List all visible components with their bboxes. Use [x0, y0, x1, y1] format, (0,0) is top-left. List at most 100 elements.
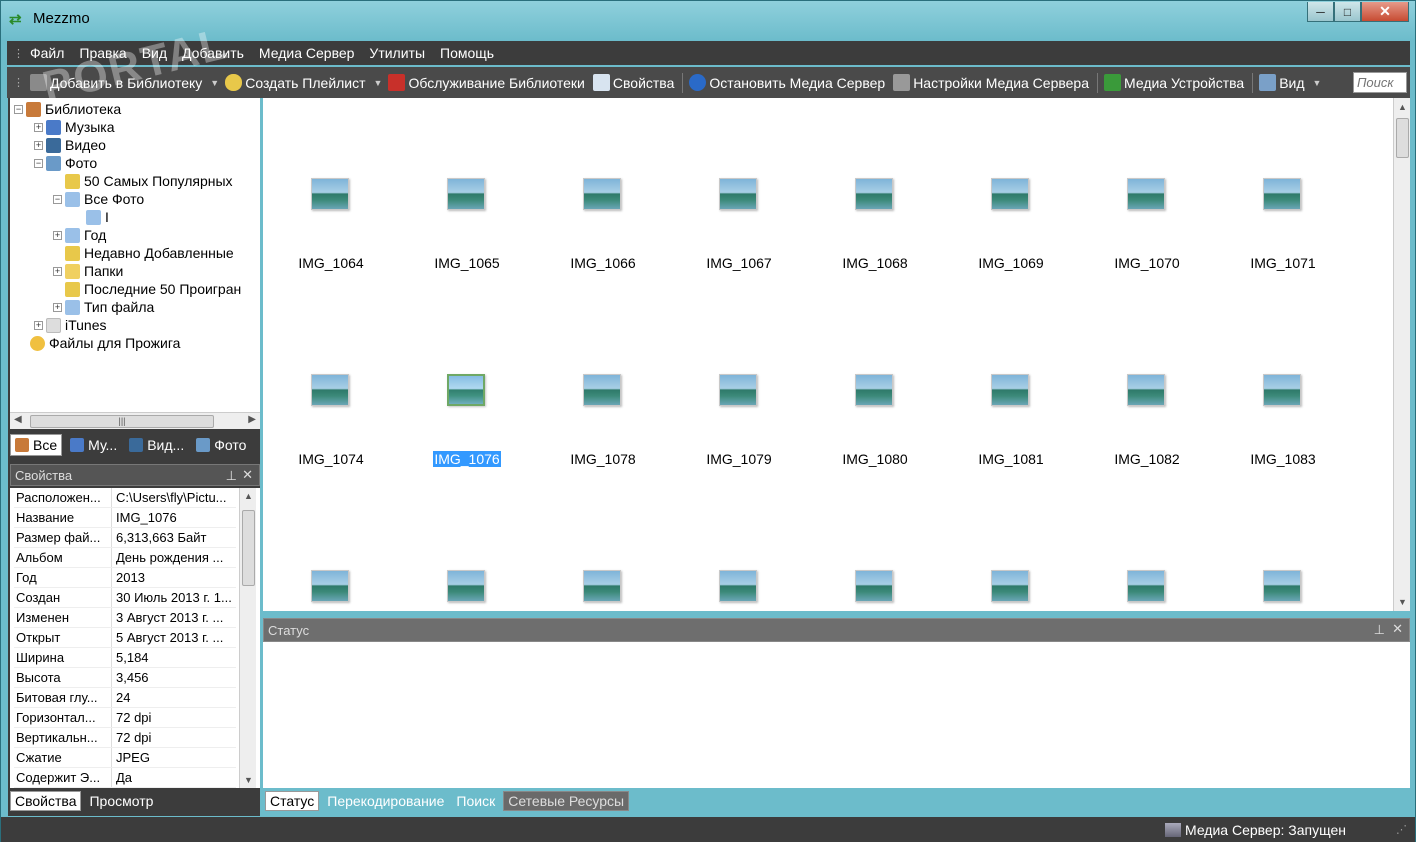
tab-network-resources[interactable]: Сетевые Ресурсы [503, 791, 630, 811]
photo-thumbnail[interactable] [1215, 508, 1351, 611]
collapse-icon[interactable]: − [34, 158, 43, 168]
expand-icon[interactable]: + [53, 302, 62, 312]
stop-server-button[interactable]: Остановить Медиа Сервер [689, 74, 885, 91]
collapse-icon[interactable]: − [14, 104, 23, 114]
photo-thumbnail[interactable]: IMG_1071 [1215, 116, 1351, 296]
photo-thumbnail[interactable]: IMG_1070 [1079, 116, 1215, 296]
pin-icon[interactable]: ⊥ [226, 468, 237, 484]
tree-item-year[interactable]: + Год [53, 226, 106, 244]
tree-item-i[interactable]: I [86, 208, 109, 226]
property-row[interactable]: Сжатие JPEG [14, 748, 236, 768]
photo-thumbnail[interactable] [1079, 508, 1215, 611]
tree-item-folders[interactable]: + Папки [53, 262, 123, 280]
photo-thumbnail[interactable] [535, 508, 671, 611]
property-row[interactable]: Содержит Э... Да [14, 768, 236, 788]
property-row[interactable]: Вертикальн... 72 dpi [14, 728, 236, 748]
photo-thumbnail[interactable] [943, 508, 1079, 611]
property-row[interactable]: Размер фай... 6,313,663 Байт [14, 528, 236, 548]
grid-vertical-scrollbar[interactable]: ▲ ▼ [1393, 98, 1410, 611]
photo-thumbnail[interactable]: IMG_1068 [807, 116, 943, 296]
tree-item-last-played[interactable]: Последние 50 Проигран [65, 280, 241, 298]
scroll-left-icon[interactable]: ◀ [14, 414, 22, 425]
menu-view[interactable]: Вид [142, 45, 167, 61]
tab-properties[interactable]: Свойства [10, 791, 82, 811]
menu-file[interactable]: Файл [30, 45, 64, 61]
scroll-right-icon[interactable]: ▶ [248, 414, 256, 425]
tab-transcoding[interactable]: Перекодирование [323, 792, 448, 810]
dropdown-arrow-icon[interactable]: ▼ [374, 78, 383, 88]
tree-item-all-photos[interactable]: − Все Фото [53, 190, 144, 208]
photo-thumbnail[interactable]: IMG_1066 [535, 116, 671, 296]
close-button[interactable]: ✕ [1361, 2, 1409, 22]
tab-preview[interactable]: Просмотр [85, 792, 157, 810]
property-row[interactable]: Высота 3,456 [14, 668, 236, 688]
tree-item-top50[interactable]: 50 Самых Популярных [65, 172, 233, 190]
property-row[interactable]: Битовая глу... 24 [14, 688, 236, 708]
photo-thumbnail[interactable] [399, 508, 535, 611]
create-playlist-button[interactable]: Создать Плейлист [225, 74, 366, 91]
scroll-thumb[interactable]: ||| [30, 415, 214, 428]
scroll-down-icon[interactable]: ▼ [244, 775, 253, 785]
scroll-up-icon[interactable]: ▲ [1398, 102, 1407, 112]
tree-item-music[interactable]: + Музыка [34, 118, 115, 136]
menu-edit[interactable]: Правка [79, 45, 126, 61]
property-row[interactable]: Создан 30 Июль 2013 г. 1... [14, 588, 236, 608]
photo-thumbnail[interactable] [671, 508, 807, 611]
tab-search[interactable]: Поиск [452, 792, 499, 810]
tab-status[interactable]: Статус [265, 791, 320, 811]
photo-thumbnail[interactable]: IMG_1076 [399, 312, 535, 492]
expand-icon[interactable]: + [53, 266, 62, 276]
dropdown-arrow-icon[interactable]: ▼ [210, 78, 219, 88]
minimize-button[interactable]: ─ [1307, 2, 1334, 22]
expand-icon[interactable]: + [34, 122, 43, 132]
menu-utilities[interactable]: Утилиты [369, 45, 425, 61]
tree-item-photo[interactable]: − Фото [34, 154, 97, 172]
expand-icon[interactable]: + [34, 140, 43, 150]
photo-thumbnail[interactable] [807, 508, 943, 611]
photo-thumbnail[interactable]: IMG_1065 [399, 116, 535, 296]
photo-thumbnail[interactable]: IMG_1081 [943, 312, 1079, 492]
expand-icon[interactable]: + [34, 320, 43, 330]
property-row[interactable]: Название IMG_1076 [14, 508, 236, 528]
library-maintenance-button[interactable]: Обслуживание Библиотеки [388, 74, 585, 91]
close-icon[interactable]: ✕ [242, 467, 253, 483]
photo-thumbnail[interactable]: IMG_1067 [671, 116, 807, 296]
menu-help[interactable]: Помощь [440, 45, 494, 61]
tab-all[interactable]: Все [10, 434, 63, 456]
close-icon[interactable]: ✕ [1392, 621, 1403, 637]
property-row[interactable]: Открыт 5 Август 2013 г. ... [14, 628, 236, 648]
properties-button[interactable]: Свойства [592, 74, 674, 91]
tree-item-library[interactable]: − Библиотека [14, 100, 121, 118]
tab-video[interactable]: Вид... [125, 435, 188, 455]
photo-thumbnail[interactable]: IMG_1082 [1079, 312, 1215, 492]
photo-thumbnail[interactable]: IMG_1080 [807, 312, 943, 492]
dropdown-arrow-icon[interactable]: ▼ [1313, 78, 1322, 88]
photo-thumbnail[interactable]: IMG_1064 [263, 116, 399, 296]
properties-scrollbar[interactable]: ▲ ▼ [239, 488, 256, 788]
view-button[interactable]: Вид [1259, 74, 1305, 91]
photo-thumbnail[interactable]: IMG_1074 [263, 312, 399, 492]
photo-thumbnail[interactable]: IMG_1079 [671, 312, 807, 492]
property-row[interactable]: Расположен... C:\Users\fly\Pictu... [14, 488, 236, 508]
resize-grip-icon[interactable]: ⋰ [1396, 823, 1407, 836]
photo-thumbnail[interactable]: IMG_1083 [1215, 312, 1351, 492]
photo-thumbnail[interactable] [263, 508, 399, 611]
pin-icon[interactable]: ⊥ [1374, 622, 1385, 638]
photo-thumbnail[interactable]: IMG_1078 [535, 312, 671, 492]
add-library-button[interactable]: Добавить в Библиотеку [30, 74, 202, 91]
search-input[interactable] [1353, 72, 1407, 93]
maximize-button[interactable]: □ [1334, 2, 1361, 22]
tree-item-burn-files[interactable]: Файлы для Прожига [30, 334, 180, 352]
property-row[interactable]: Альбом День рождения ... [14, 548, 236, 568]
tab-music[interactable]: Му... [66, 435, 121, 455]
scroll-up-icon[interactable]: ▲ [244, 491, 253, 501]
tree-horizontal-scrollbar[interactable]: ◀ ||| ▶ [10, 412, 260, 429]
menu-media-server[interactable]: Медиа Сервер [259, 45, 355, 61]
server-settings-button[interactable]: Настройки Медиа Сервера [893, 74, 1089, 91]
photo-thumbnail[interactable]: IMG_1069 [943, 116, 1079, 296]
property-row[interactable]: Изменен 3 Август 2013 г. ... [14, 608, 236, 628]
menu-add[interactable]: Добавить [182, 45, 244, 61]
tab-photo[interactable]: Фото [192, 435, 250, 455]
tree-item-file-type[interactable]: + Тип файла [53, 298, 154, 316]
tree-item-recently-added[interactable]: Недавно Добавленные [65, 244, 234, 262]
